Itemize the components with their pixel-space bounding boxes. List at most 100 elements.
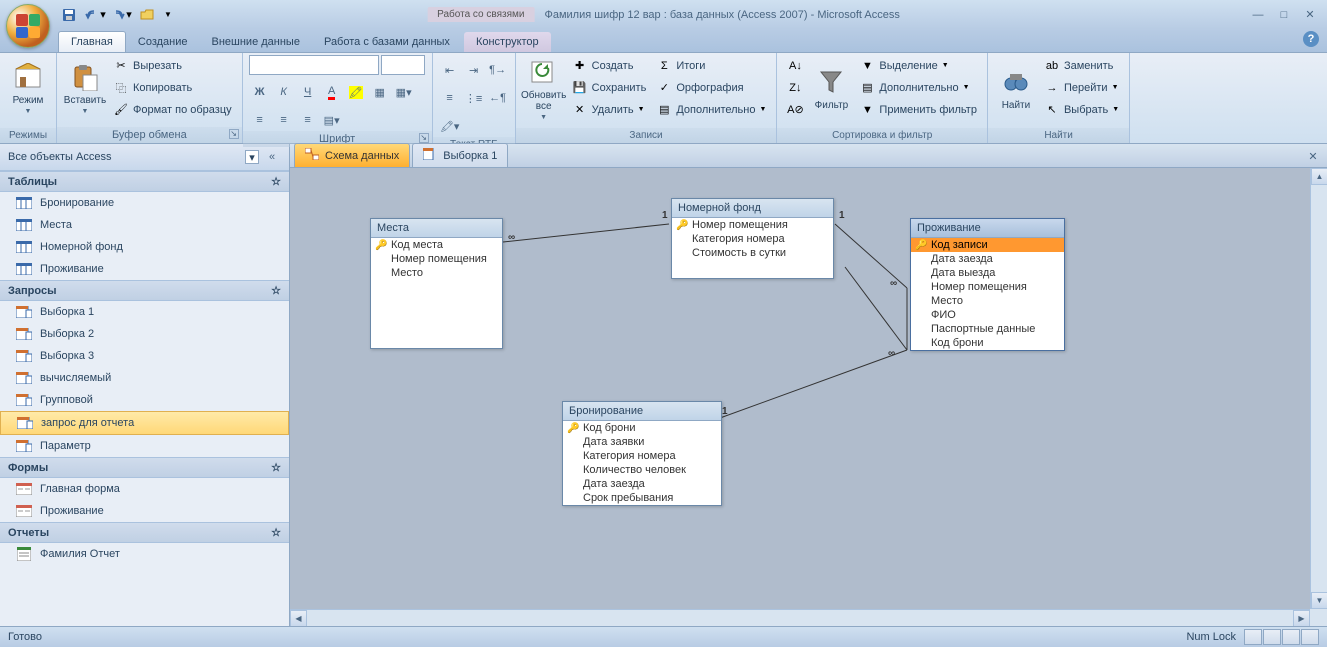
- relationships-canvas[interactable]: 1 ∞ 1 ∞ 1 ∞ Места 🔑Код места Номер помещ…: [290, 168, 1327, 626]
- rtl-button[interactable]: ←¶: [487, 87, 509, 109]
- highlight-button[interactable]: 🖍: [345, 81, 367, 103]
- ltr-button[interactable]: ¶→: [487, 59, 509, 81]
- sort-asc-button[interactable]: A↓: [783, 55, 807, 76]
- doc-tab-query[interactable]: Выборка 1: [412, 143, 508, 167]
- increase-indent-button[interactable]: ⇥: [463, 59, 485, 81]
- cut-button[interactable]: ✂Вырезать: [109, 55, 236, 76]
- save-icon[interactable]: [58, 4, 80, 26]
- totals-button[interactable]: ΣИтоги: [652, 55, 770, 76]
- font-size-combo[interactable]: [381, 55, 425, 75]
- clear-sort-button[interactable]: A⊘: [783, 99, 807, 120]
- nav-pane-header[interactable]: Все объекты Access ▾«: [0, 144, 289, 171]
- save-record-button[interactable]: 💾Сохранить: [568, 77, 651, 98]
- find-button[interactable]: Найти: [994, 55, 1038, 121]
- view-shortcut-button[interactable]: [1282, 629, 1300, 645]
- decrease-indent-button[interactable]: ⇤: [439, 59, 461, 81]
- nav-group-queries[interactable]: Запросы☆: [0, 280, 289, 301]
- scroll-up-icon[interactable]: ▲: [1311, 168, 1327, 185]
- toggle-filter-button[interactable]: ▼Применить фильтр: [855, 99, 981, 120]
- underline-button[interactable]: Ч: [297, 81, 319, 103]
- dialog-launcher-icon[interactable]: ↘: [419, 133, 429, 143]
- nav-item[interactable]: Групповой: [0, 389, 289, 411]
- select-button[interactable]: ↖Выбрать▼: [1040, 99, 1123, 120]
- view-shortcut-button[interactable]: [1301, 629, 1319, 645]
- open-icon[interactable]: [136, 4, 158, 26]
- office-button[interactable]: [6, 4, 50, 48]
- scroll-right-icon[interactable]: ▶: [1293, 610, 1310, 627]
- nav-item[interactable]: Бронирование: [0, 192, 289, 214]
- help-button[interactable]: ?: [1303, 31, 1319, 47]
- advanced-button[interactable]: ▤Дополнительно▼: [855, 77, 981, 98]
- nav-item[interactable]: Выборка 2: [0, 323, 289, 345]
- font-name-combo[interactable]: [249, 55, 379, 75]
- refresh-all-button[interactable]: Обновить все ▼: [522, 55, 566, 121]
- align-left-button[interactable]: ≡: [249, 109, 271, 131]
- vertical-scrollbar[interactable]: ▲ ▼: [1310, 168, 1327, 609]
- close-button[interactable]: ✕: [1299, 6, 1321, 24]
- dialog-launcher-icon[interactable]: ↘: [229, 129, 239, 139]
- nav-item[interactable]: Номерной фонд: [0, 236, 289, 258]
- view-shortcut-button[interactable]: [1244, 629, 1262, 645]
- scroll-left-icon[interactable]: ◀: [290, 610, 307, 627]
- numbering-button[interactable]: ≡: [439, 87, 461, 109]
- tab-home[interactable]: Главная: [58, 31, 126, 52]
- selection-button[interactable]: ▼Выделение▼: [855, 55, 981, 76]
- maximize-button[interactable]: □: [1273, 6, 1295, 24]
- nav-group-tables[interactable]: Таблицы☆: [0, 171, 289, 192]
- nav-dropdown-icon[interactable]: ▾: [245, 150, 259, 164]
- nav-item[interactable]: Главная форма: [0, 478, 289, 500]
- replace-button[interactable]: abЗаменить: [1040, 55, 1123, 76]
- delete-record-button[interactable]: ✕Удалить▼: [568, 99, 651, 120]
- entity-header[interactable]: Проживание: [911, 219, 1064, 238]
- nav-collapse-icon[interactable]: «: [263, 148, 281, 166]
- nav-item[interactable]: вычисляемый: [0, 367, 289, 389]
- qat-customize-icon[interactable]: ▼: [162, 4, 174, 26]
- view-button[interactable]: Режим ▼: [6, 55, 50, 121]
- nav-item[interactable]: Параметр: [0, 435, 289, 457]
- redo-icon[interactable]: ▾: [110, 4, 132, 26]
- gridlines-button[interactable]: ▦▾: [393, 81, 415, 103]
- paste-button[interactable]: Вставить ▼: [63, 55, 107, 121]
- align-center-button[interactable]: ≡: [273, 109, 295, 131]
- minimize-button[interactable]: —: [1247, 6, 1269, 24]
- nav-item[interactable]: Проживание: [0, 258, 289, 280]
- more-button[interactable]: ▤Дополнительно▼: [652, 99, 770, 120]
- align-right-button[interactable]: ≡: [297, 109, 319, 131]
- horizontal-scrollbar[interactable]: ◀ ▶: [290, 609, 1310, 626]
- entity-table[interactable]: Номерной фонд 🔑Номер помещения Категория…: [671, 198, 834, 279]
- format-painter-button[interactable]: 🖌Формат по образцу: [109, 99, 236, 120]
- entity-header[interactable]: Бронирование: [563, 402, 721, 421]
- view-shortcut-button[interactable]: [1263, 629, 1281, 645]
- bullets-button[interactable]: ⋮≡: [463, 87, 485, 109]
- bold-button[interactable]: Ж: [249, 81, 271, 103]
- highlight2-button[interactable]: 🖍▾: [439, 115, 461, 137]
- fill-color-button[interactable]: ▦: [369, 81, 391, 103]
- entity-header[interactable]: Номерной фонд: [672, 199, 833, 218]
- doc-close-button[interactable]: ✕: [1305, 148, 1321, 164]
- doc-tab-relationships[interactable]: Схема данных: [294, 143, 410, 167]
- entity-table[interactable]: Проживание 🔑Код записи Дата заезда Дата …: [910, 218, 1065, 351]
- scroll-down-icon[interactable]: ▼: [1311, 592, 1327, 609]
- font-color-button[interactable]: А: [321, 81, 343, 103]
- entity-header[interactable]: Места: [371, 219, 502, 238]
- new-record-button[interactable]: ✚Создать: [568, 55, 651, 76]
- goto-button[interactable]: →Перейти▼: [1040, 77, 1123, 98]
- tab-constructor[interactable]: Конструктор: [464, 32, 551, 52]
- copy-button[interactable]: ⿻Копировать: [109, 77, 236, 98]
- nav-item[interactable]: Места: [0, 214, 289, 236]
- tab-create[interactable]: Создание: [126, 32, 200, 52]
- entity-table[interactable]: Места 🔑Код места Номер помещения Место: [370, 218, 503, 349]
- nav-item[interactable]: Проживание: [0, 500, 289, 522]
- nav-item[interactable]: Фамилия Отчет: [0, 543, 289, 565]
- filter-button[interactable]: Фильтр: [809, 55, 853, 121]
- tab-database-tools[interactable]: Работа с базами данных: [312, 32, 462, 52]
- italic-button[interactable]: К: [273, 81, 295, 103]
- nav-item[interactable]: Выборка 3: [0, 345, 289, 367]
- undo-icon[interactable]: ▾: [84, 4, 106, 26]
- tab-external-data[interactable]: Внешние данные: [200, 32, 312, 52]
- spelling-button[interactable]: ✓Орфография: [652, 77, 770, 98]
- sort-desc-button[interactable]: Z↓: [783, 77, 807, 98]
- nav-item[interactable]: запрос для отчета: [0, 411, 289, 435]
- nav-group-forms[interactable]: Формы☆: [0, 457, 289, 478]
- nav-group-reports[interactable]: Отчеты☆: [0, 522, 289, 543]
